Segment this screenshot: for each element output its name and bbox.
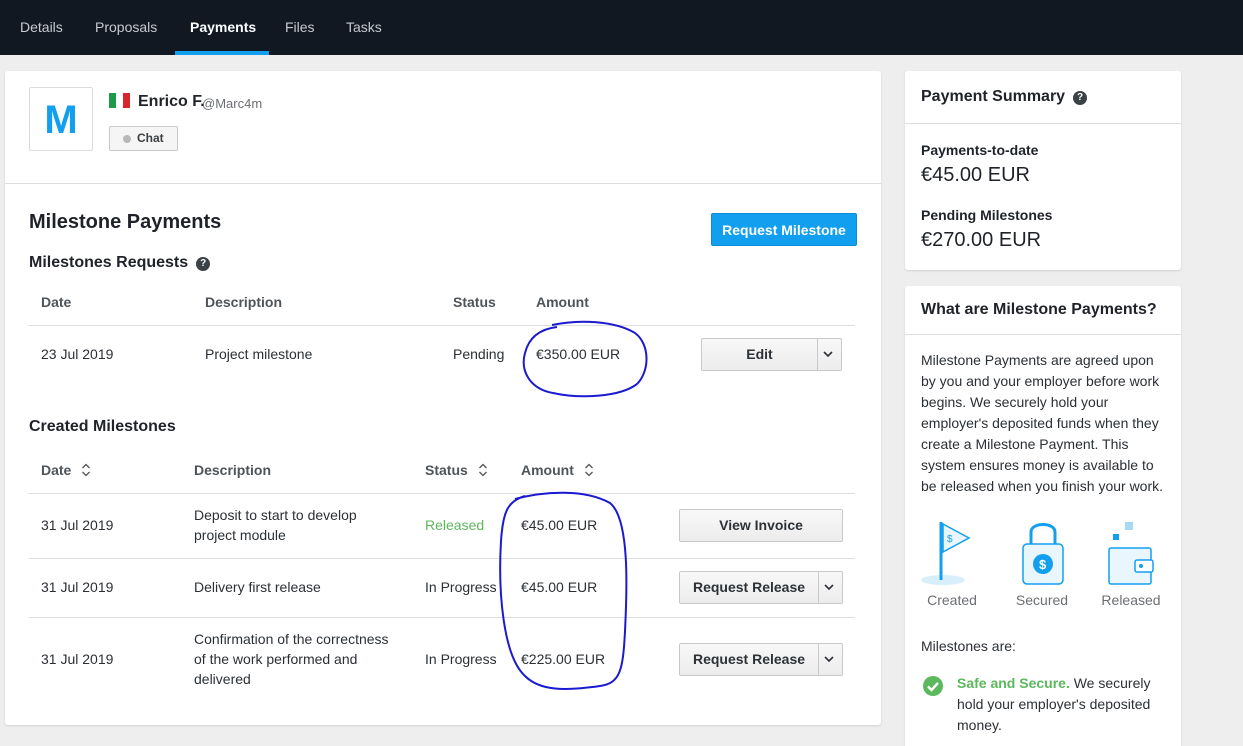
milestones-requests-title: Milestones Requests? [29,254,211,272]
safe-secure-text: Safe and Secure. We securely hold your e… [957,673,1167,736]
payment-summary-title: Payment Summary? [921,88,1088,106]
created-col-description: Description [194,462,272,478]
active-tab-indicator [175,51,269,55]
button-split [817,339,818,370]
created-col-status[interactable]: Status [425,462,488,478]
created-col-date[interactable]: Date [41,462,91,478]
created-row-3-description: Confirmation of the correctness of the w… [194,631,389,687]
request-milestone-button[interactable]: Request Milestone [711,213,857,246]
pending-milestones-value: €270.00 EUR [921,229,1042,251]
milestone-info-card: What are Milestone Payments? Milestone P… [905,286,1181,746]
requests-col-status: Status [453,294,496,310]
chevron-down-icon[interactable] [824,583,834,591]
edit-button[interactable]: Edit [702,339,817,370]
step-released-label: Released [1101,592,1161,608]
milestones-requests-title-text: Milestones Requests [29,254,189,271]
sort-icon[interactable] [584,463,594,477]
wallet-icon [1108,522,1154,585]
created-row-1-amount: €45.00 EUR [521,517,598,533]
step-secured-label: Secured [1015,592,1069,608]
request-amount: €350.00 EUR [536,346,621,362]
request-description: Project milestone [205,346,313,362]
payments-to-date-value: €45.00 EUR [921,164,1030,186]
payment-summary-card: Payment Summary? Payments-to-date €45.00… [905,71,1181,270]
requests-col-description: Description [205,294,283,310]
tab-tasks[interactable]: Tasks [346,0,382,55]
profile-divider [5,183,881,184]
milestone-payments-card: M Enrico F. @Marc4m Chat Milestone Payme… [5,71,881,725]
chevron-down-icon[interactable] [824,655,834,663]
safe-secure-strong: Safe and Secure. [957,675,1070,691]
button-split [818,644,819,675]
table-row-divider [29,558,855,559]
help-icon[interactable]: ? [196,257,211,271]
table-divider [29,325,855,326]
user-name[interactable]: Enrico F. [138,93,205,111]
created-row-1-status: Released [425,517,485,533]
chat-button[interactable]: Chat [109,126,178,151]
milestone-info-text: Milestone Payments are agreed upon by yo… [921,352,1164,494]
created-col-amount-label: Amount [521,462,574,478]
lock-icon: $ [1022,523,1064,585]
table-divider [29,493,855,494]
created-row-2-date: 31 Jul 2019 [41,579,114,595]
help-icon[interactable]: ? [1073,91,1088,105]
info-divider [905,334,1181,335]
payments-to-date-label: Payments-to-date [921,142,1039,158]
requests-col-amount: Amount [536,294,589,310]
request-release-button-group: Request Release [679,643,843,676]
check-circle-icon [923,676,943,696]
svg-text:$: $ [947,534,953,545]
created-row-2-amount: €45.00 EUR [521,579,598,595]
milestone-payments-title: Milestone Payments [29,211,222,233]
created-row-3-status: In Progress [425,651,497,667]
milestone-info-title: What are Milestone Payments? [921,301,1157,318]
summary-divider [905,123,1181,124]
tab-payments[interactable]: Payments [190,0,256,55]
request-release-button[interactable]: Request Release [680,644,818,675]
request-date: 23 Jul 2019 [41,346,114,362]
chat-button-label: Chat [137,131,164,145]
created-row-1-date: 31 Jul 2019 [41,517,114,533]
tab-proposals[interactable]: Proposals [95,0,157,55]
avatar: M [29,87,93,151]
svg-text:$: $ [1039,557,1047,572]
created-col-status-label: Status [425,462,468,478]
flag-icon: $ [921,522,971,585]
tab-details[interactable]: Details [20,0,63,55]
requests-col-date: Date [41,294,72,310]
online-status-dot-icon [123,135,131,143]
user-handle: @Marc4m [202,96,263,111]
created-col-date-label: Date [41,462,72,478]
sort-icon[interactable] [81,463,91,477]
top-nav: Details Proposals Payments Files Tasks [0,0,1243,55]
request-release-button-group: Request Release [679,571,843,604]
tab-files[interactable]: Files [285,0,315,55]
created-milestones-title: Created Milestones [29,418,176,435]
edit-button-group: Edit [701,338,842,371]
italy-flag-icon [109,93,130,108]
created-col-amount[interactable]: Amount [521,462,594,478]
created-row-2-description: Delivery first release [194,579,321,595]
request-release-button[interactable]: Request Release [680,572,818,603]
pending-milestones-label: Pending Milestones [921,207,1053,223]
created-row-1-description: Deposit to start to develop project modu… [194,507,357,543]
payment-summary-title-text: Payment Summary [921,88,1066,105]
button-split [818,572,819,603]
step-created-label: Created [927,592,977,608]
view-invoice-button[interactable]: View Invoice [679,509,843,542]
created-row-3-amount: €225.00 EUR [521,651,606,667]
table-row-divider [29,617,855,618]
created-row-3-date: 31 Jul 2019 [41,651,114,667]
request-status: Pending [453,346,505,362]
created-row-2-status: In Progress [425,579,497,595]
ink-annotation-layer [499,320,648,690]
milestones-are-label: Milestones are: [921,638,1016,654]
chevron-down-icon[interactable] [823,350,833,358]
sort-icon[interactable] [478,463,488,477]
